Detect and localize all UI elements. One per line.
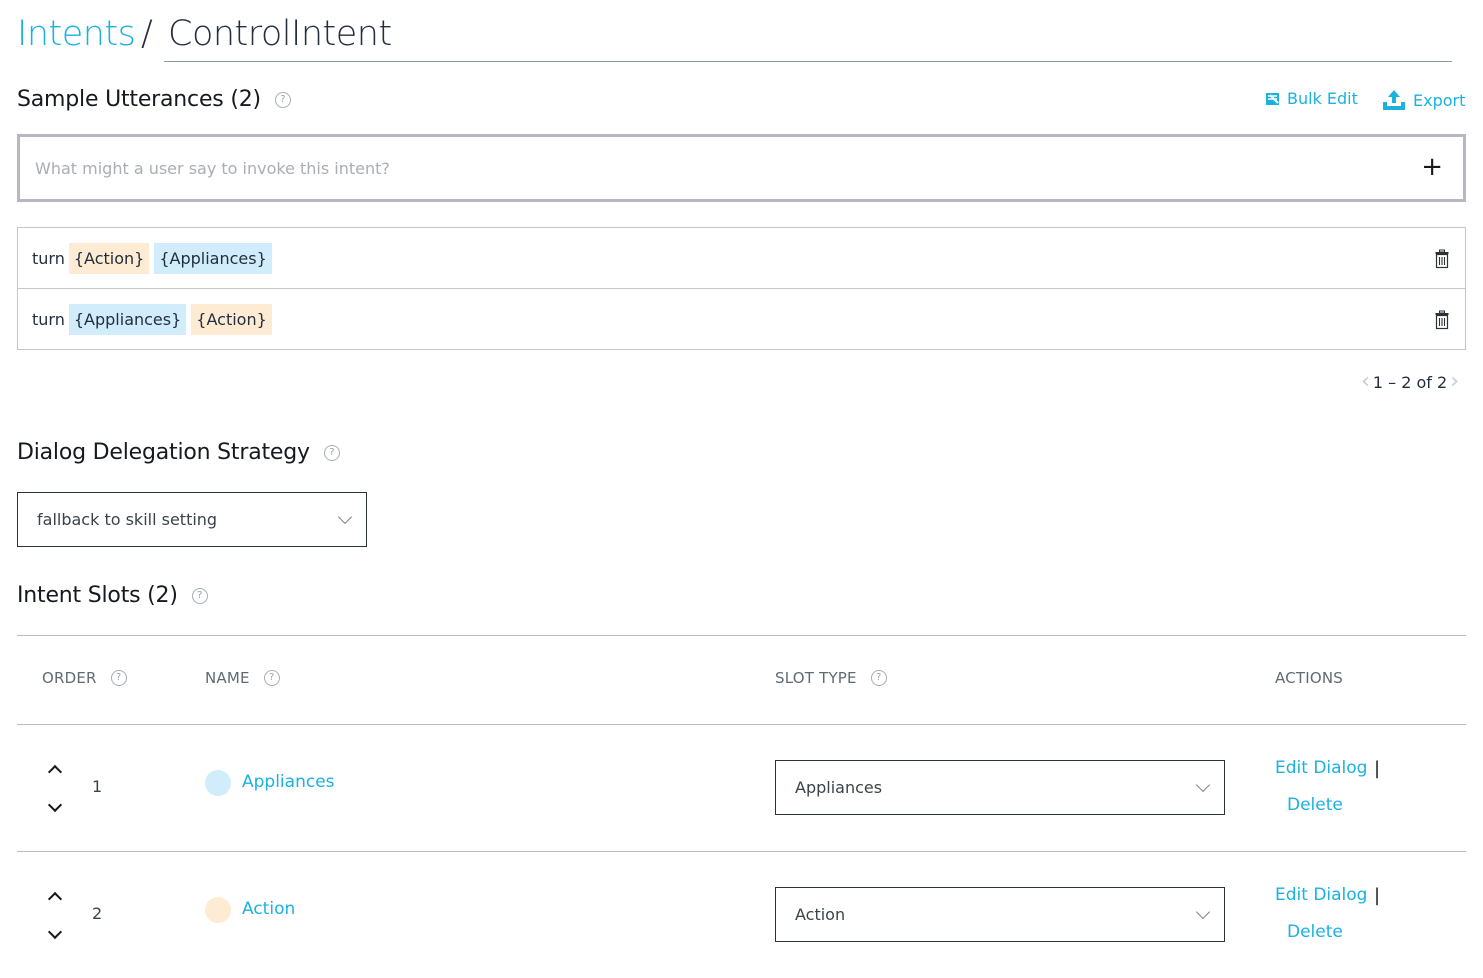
actions-separator: | bbox=[1374, 758, 1381, 779]
slot-order-number: 2 bbox=[92, 904, 103, 923]
sample-utterances-header: Sample Utterances (2) ? bbox=[17, 87, 291, 112]
column-header-actions-label: ACTIONS bbox=[1275, 669, 1344, 687]
utterance-input-box: + bbox=[17, 134, 1466, 202]
utterance-input[interactable] bbox=[33, 137, 1383, 199]
utterance-row[interactable]: turn {Action} {Appliances} bbox=[18, 228, 1465, 289]
intent-name-underline bbox=[164, 61, 1452, 62]
breadcrumb-intents-link[interactable]: Intents bbox=[17, 14, 136, 54]
chevron-down-icon bbox=[1195, 904, 1211, 919]
slot-chip-action[interactable]: {Action} bbox=[68, 242, 150, 274]
bulk-edit-button[interactable]: Bulk Edit bbox=[1265, 89, 1358, 108]
help-icon[interactable]: ? bbox=[110, 670, 127, 686]
help-icon[interactable]: ? bbox=[274, 91, 291, 108]
slot-chip-action[interactable]: {Action} bbox=[191, 303, 272, 335]
bulk-edit-label: Bulk Edit bbox=[1287, 89, 1358, 108]
add-utterance-button[interactable]: + bbox=[1421, 154, 1443, 180]
column-header-order: ORDER ? bbox=[42, 669, 127, 687]
prev-page-button[interactable]: ‹ bbox=[1361, 371, 1370, 393]
column-header-slot-type: SLOT TYPE ? bbox=[775, 669, 887, 687]
dialog-delegation-value: fallback to skill setting bbox=[37, 510, 218, 529]
column-header-actions: ACTIONS bbox=[1275, 669, 1343, 687]
utterance-row[interactable]: turn {Appliances} {Action} bbox=[18, 289, 1465, 349]
utterance-list: turn {Action} {Appliances} turn {Applian… bbox=[17, 227, 1466, 350]
dialog-delegation-select[interactable]: fallback to skill setting bbox=[17, 492, 367, 547]
edit-dialog-link[interactable]: Edit Dialog bbox=[1275, 885, 1367, 905]
intent-name-title[interactable]: ControlIntent bbox=[168, 14, 392, 54]
move-down-chevron-icon[interactable] bbox=[47, 797, 63, 813]
dialog-delegation-header: Dialog Delegation Strategy ? bbox=[17, 440, 340, 465]
help-icon[interactable]: ? bbox=[323, 444, 340, 461]
trash-icon[interactable] bbox=[1435, 310, 1449, 330]
slot-row: 2 Action Action Edit Dialog | Delete bbox=[0, 852, 1483, 978]
utterance-word: turn bbox=[32, 309, 65, 329]
bulk-edit-icon bbox=[1266, 92, 1279, 105]
pagination-text: 1 – 2 of 2 bbox=[1372, 372, 1448, 392]
next-page-button[interactable]: › bbox=[1450, 371, 1459, 393]
trash-icon[interactable] bbox=[1435, 249, 1449, 269]
slot-chip-appliances[interactable]: {Appliances} bbox=[68, 303, 187, 335]
export-label: Export bbox=[1413, 90, 1466, 110]
dialog-delegation-title: Dialog Delegation Strategy bbox=[17, 440, 310, 465]
chevron-down-icon bbox=[1195, 777, 1211, 792]
slot-order-number: 1 bbox=[92, 777, 103, 796]
slot-type-select[interactable]: Appliances bbox=[775, 760, 1225, 815]
column-header-name-label: NAME bbox=[205, 669, 250, 687]
delete-slot-link[interactable]: Delete bbox=[1287, 922, 1343, 942]
move-up-chevron-icon[interactable] bbox=[47, 764, 63, 780]
breadcrumb-separator: / bbox=[141, 14, 153, 54]
slot-color-dot bbox=[205, 897, 231, 923]
help-icon[interactable]: ? bbox=[191, 587, 208, 604]
chevron-down-icon bbox=[337, 509, 353, 524]
utterance-word: turn bbox=[32, 248, 65, 268]
sample-utterances-title: Sample Utterances (2) bbox=[17, 87, 261, 112]
slot-row: 1 Appliances Appliances Edit Dialog | De… bbox=[0, 725, 1483, 851]
move-up-chevron-icon[interactable] bbox=[47, 891, 63, 907]
table-top-divider bbox=[17, 635, 1466, 636]
utterance-pagination: ‹ 1 – 2 of 2 › bbox=[1361, 371, 1459, 393]
actions-separator: | bbox=[1374, 885, 1381, 906]
slot-chip-appliances[interactable]: {Appliances} bbox=[154, 242, 272, 274]
slot-type-value: Appliances bbox=[795, 778, 883, 797]
slot-name-link[interactable]: Appliances bbox=[242, 772, 335, 792]
column-header-order-label: ORDER bbox=[42, 669, 97, 687]
slot-color-dot bbox=[205, 770, 231, 796]
move-down-chevron-icon[interactable] bbox=[47, 924, 63, 940]
export-upload-icon bbox=[1383, 90, 1405, 110]
export-button[interactable]: Export bbox=[1381, 88, 1465, 112]
edit-dialog-link[interactable]: Edit Dialog bbox=[1275, 758, 1367, 778]
slot-type-value: Action bbox=[795, 905, 846, 924]
intent-slots-title: Intent Slots (2) bbox=[17, 583, 178, 608]
delete-slot-link[interactable]: Delete bbox=[1287, 795, 1343, 815]
help-icon[interactable]: ? bbox=[263, 670, 280, 686]
slot-name-link[interactable]: Action bbox=[242, 899, 295, 919]
column-header-slot-type-label: SLOT TYPE bbox=[775, 669, 857, 687]
column-header-name: NAME ? bbox=[205, 669, 280, 687]
slot-type-select[interactable]: Action bbox=[775, 887, 1225, 942]
intent-slots-header: Intent Slots (2) ? bbox=[17, 583, 208, 608]
help-icon[interactable]: ? bbox=[870, 670, 887, 686]
